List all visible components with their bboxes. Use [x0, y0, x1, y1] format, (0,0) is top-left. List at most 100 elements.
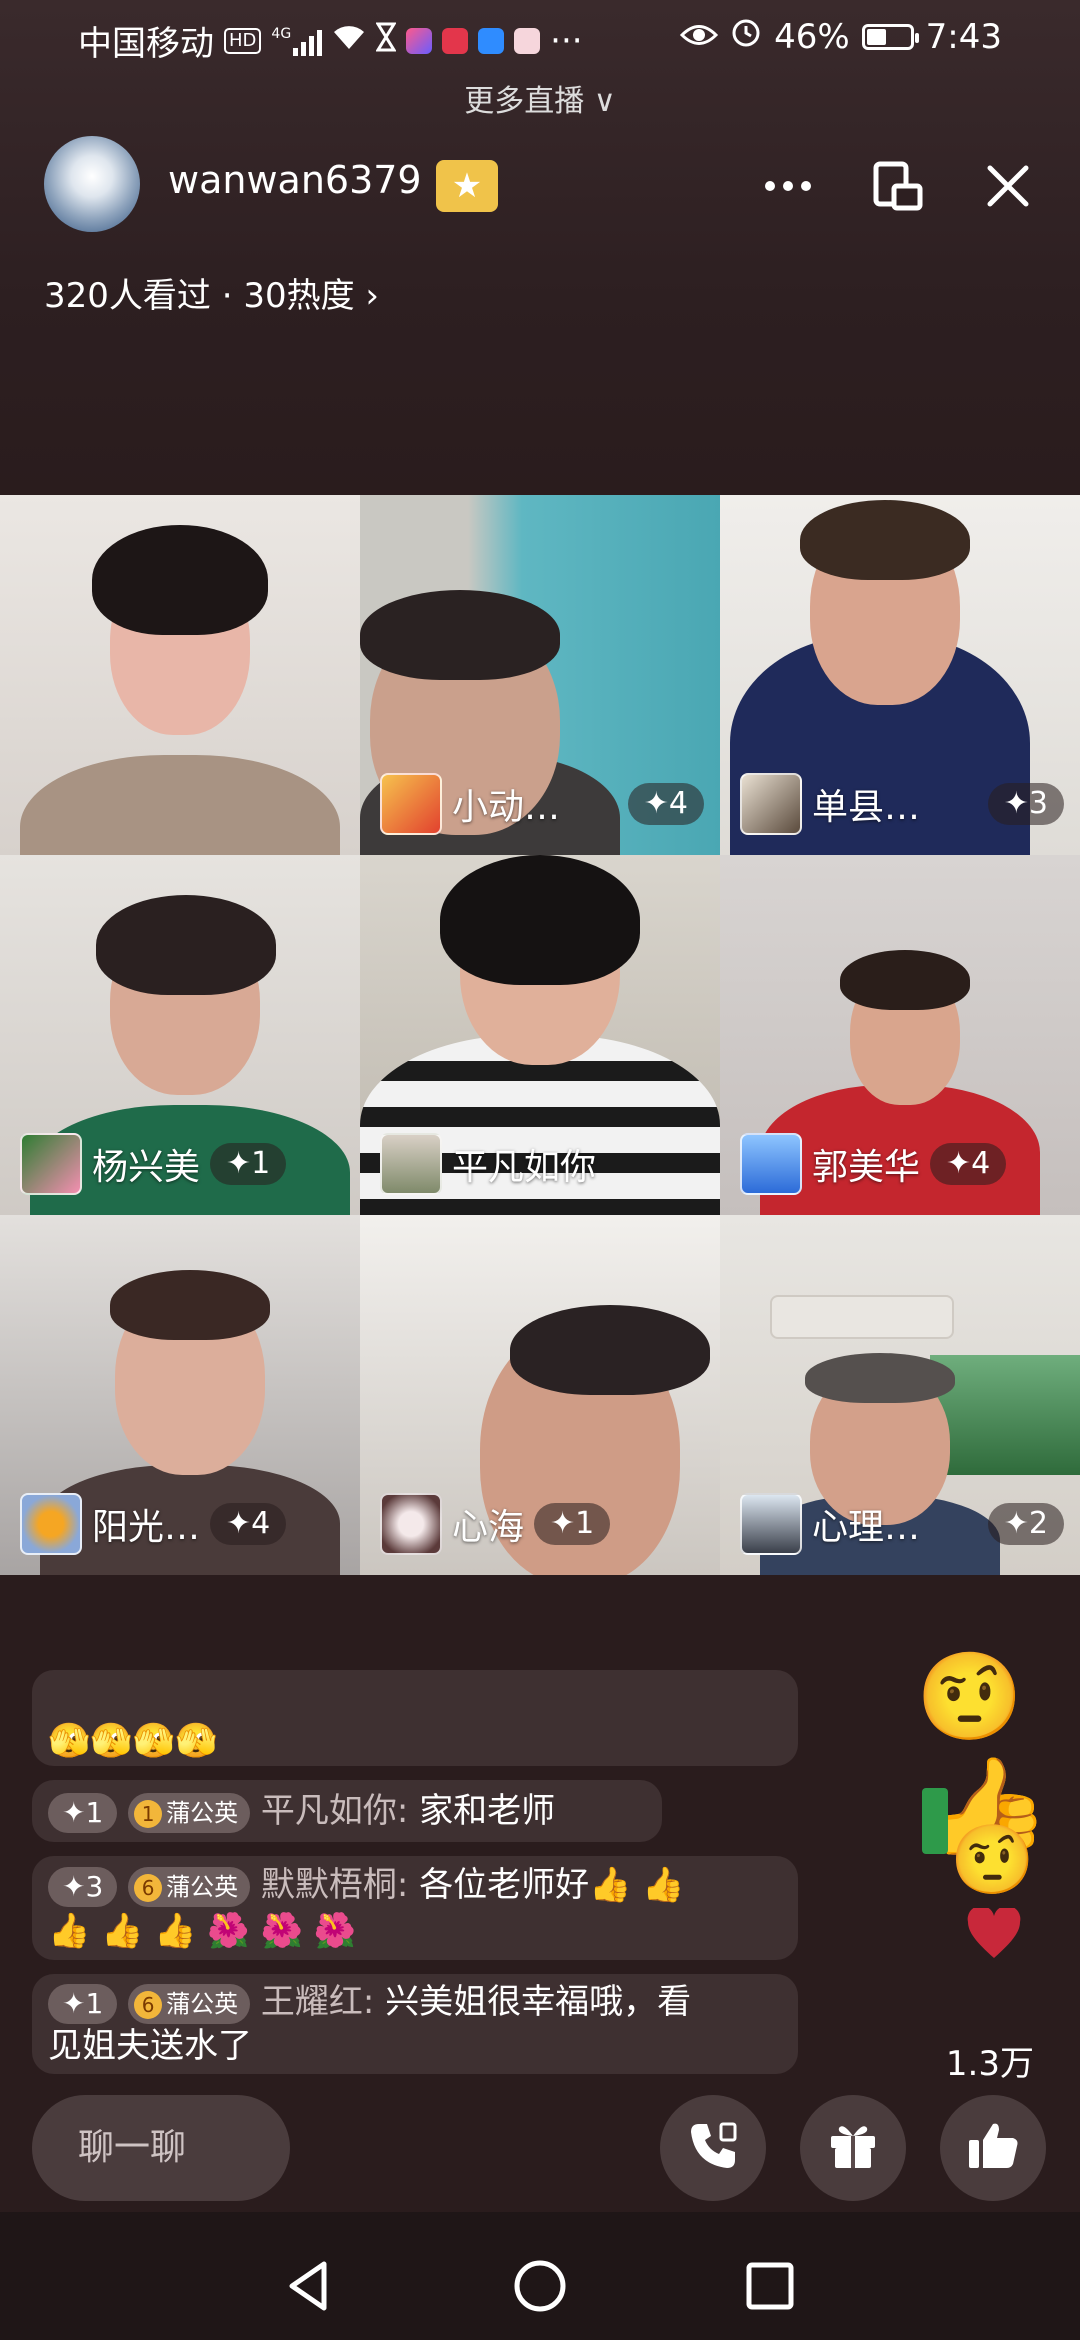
fan-medal-icon: 1	[134, 1799, 163, 1828]
participant-level: ✦4	[210, 1503, 287, 1545]
home-icon[interactable]	[510, 2256, 570, 2316]
alarm-icon	[730, 16, 762, 57]
hourglass-icon	[375, 21, 397, 61]
chat-message[interactable]: ✦1 1 蒲公英 平凡如你: 家和老师	[32, 1780, 662, 1842]
participant-name: 杨兴美	[92, 1147, 201, 1188]
carrier-label: 中国移动	[78, 24, 214, 64]
close-icon[interactable]	[980, 158, 1036, 214]
video-tile[interactable]: 阳光… ✦4	[0, 1215, 360, 1575]
chat-message-text: 各位老师好👍 👍	[419, 1865, 685, 1905]
host-name[interactable]: wanwan6379	[168, 158, 422, 202]
eye-icon	[679, 17, 719, 57]
battery-icon	[861, 23, 919, 50]
participant-nameplate: 平凡如你	[380, 1133, 596, 1195]
chat-sender[interactable]: 平凡如你:	[261, 1791, 408, 1831]
participant-avatar	[740, 1493, 802, 1555]
chat-message-partial: 🫣🫣🫣🫣	[32, 1670, 798, 1766]
video-tile[interactable]: 郭美华 ✦4	[720, 855, 1080, 1215]
host-avatar[interactable]	[44, 136, 140, 232]
fan-club-badge: 6 蒲公英	[128, 1983, 251, 2024]
participant-name: 郭美华	[812, 1147, 921, 1188]
signal-icon: 4G	[271, 26, 323, 56]
chat-input[interactable]: 聊一聊	[32, 2095, 290, 2201]
user-level-badge: ✦1	[48, 1983, 118, 2024]
green-reaction-icon	[922, 1788, 948, 1854]
recents-icon[interactable]	[740, 2256, 800, 2316]
floating-emoji-icon: 🤨	[950, 1821, 1035, 1900]
like-button[interactable]	[940, 2095, 1046, 2201]
picture-in-picture-icon[interactable]	[870, 158, 926, 214]
participant-nameplate: 阳光… ✦4	[20, 1493, 287, 1555]
participant-level: ✦1	[210, 1143, 287, 1185]
clock: 7:43	[925, 16, 1002, 57]
app-notification-icon	[406, 27, 433, 54]
participant-avatar	[380, 773, 442, 835]
chat-message[interactable]: ✦3 6 蒲公英 默默梧桐: 各位老师好👍 👍 👍 👍 👍 🌺 🌺 🌺	[32, 1856, 798, 1960]
chat-message[interactable]: ✦1 6 蒲公英 王耀红: 兴美姐很幸福哦，看 见姐夫送水了	[32, 1974, 798, 2074]
fan-medal-icon: 6	[134, 1873, 163, 1902]
chat-sender[interactable]: 默默梧桐:	[261, 1865, 408, 1905]
video-tile[interactable]: 心海 ✦1	[360, 1215, 720, 1575]
more-options-icon[interactable]	[760, 158, 816, 214]
video-tile[interactable]: 小动… ✦4	[360, 495, 720, 855]
participant-name: 小动…	[452, 787, 561, 828]
participant-nameplate: 杨兴美 ✦1	[20, 1133, 287, 1195]
participant-name: 心理…	[812, 1507, 921, 1548]
video-tile[interactable]: 单县… ✦3	[720, 495, 1080, 855]
fan-club-badge: 6 蒲公英	[128, 1866, 251, 1907]
participant-avatar	[740, 1133, 802, 1195]
participant-name: 单县…	[812, 787, 921, 828]
chat-message-text: 家和老师	[419, 1791, 556, 1831]
chat-message-text-cont: 见姐夫送水了	[48, 2026, 252, 2066]
participant-level: ✦4	[930, 1143, 1007, 1185]
cloud-app-icon	[478, 27, 505, 54]
chat-message-text: 🫣🫣🫣🫣	[48, 1721, 218, 1761]
user-level-badge: ✦1	[48, 1792, 118, 1833]
gift-button[interactable]	[800, 2095, 906, 2201]
participant-level: ✦4	[627, 783, 704, 825]
gift-icon	[825, 2118, 881, 2178]
bottom-action-bar: 聊一聊	[0, 2092, 1080, 2202]
video-tile[interactable]: 杨兴美 ✦1	[0, 855, 360, 1215]
status-bar: 中国移动 HD 4G ··· 46% 7:43	[0, 0, 1080, 75]
participant-avatar	[20, 1133, 82, 1195]
video-tile[interactable]: 平凡如你	[360, 855, 720, 1215]
video-grid: 小动… ✦4 单县… ✦3 杨兴美 ✦1 平凡如你 郭美华 ✦4 阳光… ✦4 …	[0, 495, 1080, 1575]
participant-name: 阳光…	[92, 1507, 201, 1548]
participant-name: 心海	[452, 1507, 525, 1548]
gift-app-icon	[514, 27, 541, 54]
hd-icon: HD	[224, 27, 262, 54]
star-badge-icon[interactable]: ★	[436, 160, 498, 212]
chat-sender[interactable]: 王耀红:	[261, 1982, 374, 2022]
video-tile[interactable]	[0, 495, 360, 855]
participant-nameplate: 郭美华 ✦4	[740, 1133, 1007, 1195]
participant-level: ✦2	[987, 1503, 1064, 1545]
fan-club-badge: 1 蒲公英	[128, 1792, 251, 1833]
battery-percent: 46%	[774, 16, 850, 57]
video-tile[interactable]: 心理… ✦2	[720, 1215, 1080, 1575]
thumbs-up-icon	[965, 2118, 1021, 2178]
more-live-button[interactable]: 更多直播 ∨	[0, 76, 1080, 120]
participant-nameplate: 小动…	[380, 773, 560, 835]
participant-level: ✦1	[534, 1503, 611, 1545]
fan-medal-icon: 6	[134, 1990, 163, 2019]
participant-avatar	[380, 1133, 442, 1195]
participant-nameplate: 心海 ✦1	[380, 1493, 611, 1555]
book-app-icon	[442, 27, 469, 54]
back-icon[interactable]	[280, 2256, 340, 2316]
user-level-badge: ✦3	[48, 1866, 118, 1907]
participant-nameplate: 心理…	[740, 1493, 920, 1555]
heart-icon	[966, 1905, 1022, 1964]
viewer-info[interactable]: 320人看过 · 30热度 ›	[44, 268, 379, 317]
like-count: 1.3万	[945, 2044, 1034, 2084]
participant-name: 平凡如你	[452, 1147, 597, 1188]
video-call-button[interactable]	[660, 2095, 766, 2201]
phone-call-icon	[685, 2118, 741, 2178]
participant-nameplate: 单县…	[740, 773, 920, 835]
participant-level: ✦3	[987, 783, 1064, 825]
host-header: wanwan6379 ★	[44, 136, 1040, 232]
participant-avatar	[20, 1493, 82, 1555]
system-navigation-bar	[0, 2212, 1080, 2340]
chat-message-text-cont: 👍 👍 👍 🌺 🌺 🌺	[48, 1911, 357, 1951]
chat-message-text: 兴美姐很幸福哦，看	[385, 1982, 692, 2022]
